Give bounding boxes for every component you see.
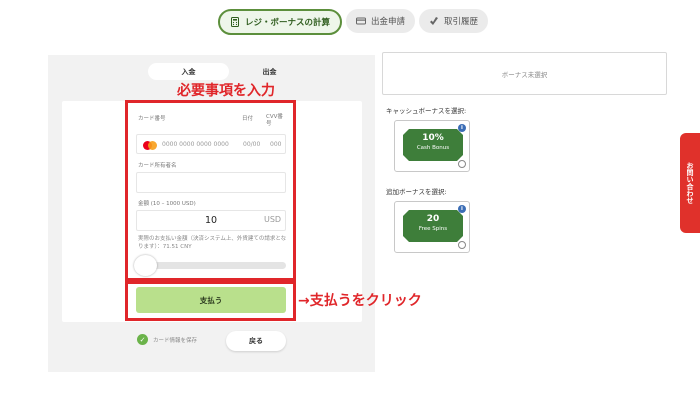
tab-label: レジ・ボーナスの計算 [245,18,331,28]
withdraw-icon [356,17,367,25]
cash-bonus-name: Cash Bonus [416,145,450,151]
pay-annotation: →支払うをクリック [298,290,422,310]
extra-bonus-ticket: 20 Free Spins [403,210,463,242]
cash-bonus-label: キャッシュボーナスを選択: [386,107,467,115]
tab-label: 出金申請 [371,17,406,27]
top-tabs: レジ・ボーナスの計算 出金申請 取引履歴 [218,9,489,35]
cash-bonus-card[interactable]: 10% Cash Bonus i [394,120,470,172]
cash-bonus-amount: 10% [422,133,444,143]
contact-side-tab[interactable]: お問い合わせ [680,133,700,233]
info-icon[interactable]: i [458,205,466,213]
cash-bonus-ticket: 10% Cash Bonus [403,129,463,161]
extra-bonus-radio[interactable] [458,241,466,249]
toggle-deposit[interactable]: 入金 [148,63,229,80]
extra-bonus-name: Free Spins [418,226,448,232]
extra-bonus-card[interactable]: 20 Free Spins i [394,201,470,253]
back-button[interactable]: 戻る [226,331,286,351]
pay-highlight-box [125,281,296,321]
extra-bonus-label: 追加ボーナスを選択: [386,188,447,196]
form-annotation: 必要事項を入力 [177,83,275,99]
history-icon [430,17,439,25]
info-icon[interactable]: i [458,124,466,132]
form-highlight-box [125,100,296,281]
deposit-withdraw-toggle: 入金 出金 [148,63,310,80]
save-card-label: カード情報を保存 [153,338,198,344]
bonus-status-box: ボーナス未選択 [382,52,667,95]
tab-register-bonus-calc[interactable]: レジ・ボーナスの計算 [218,9,343,35]
extra-bonus-amount: 20 [426,214,440,224]
cash-bonus-radio[interactable] [458,160,466,168]
toggle-withdraw[interactable]: 出金 [229,63,310,80]
arrow-right-icon: → [298,293,310,309]
save-card-checkbox[interactable]: ✓ [137,334,148,345]
calculator-icon [231,17,239,27]
tab-transaction-history[interactable]: 取引履歴 [419,9,489,33]
tab-withdraw-request[interactable]: 出金申請 [346,9,416,33]
contact-label: お問い合わせ [686,162,694,204]
pay-annotation-text: 支払うをクリック [309,293,422,309]
tab-label: 取引履歴 [444,17,479,27]
